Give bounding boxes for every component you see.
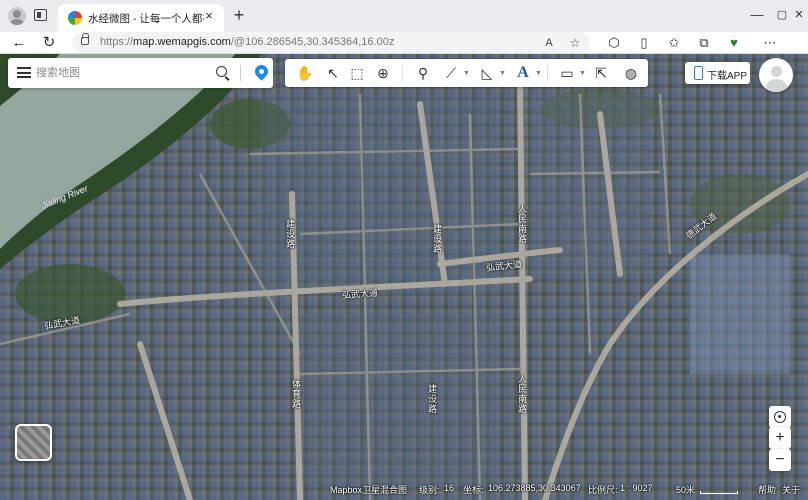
toolbar-separator [547, 65, 548, 81]
new-tab-button[interactable]: + [231, 6, 247, 24]
scale-bar-text: 50米 [676, 485, 696, 495]
menu-icon[interactable] [17, 67, 31, 78]
map-imagery [0, 54, 808, 500]
favorites-icon[interactable]: ✩ [664, 33, 684, 53]
marker-icon[interactable]: ⚲ [413, 63, 433, 83]
scale-bar [700, 491, 738, 494]
polyline-dropdown-icon[interactable]: ▼ [463, 70, 470, 77]
download-app-button[interactable]: 下载APP [685, 62, 750, 84]
polygon-dropdown-icon[interactable]: ▼ [499, 70, 506, 77]
road-label: 弘武大道 [341, 287, 379, 301]
ruler-dropdown-icon[interactable]: ▼ [579, 70, 586, 77]
tab-actions-icon[interactable] [34, 9, 47, 21]
road-label: 人民南路 [517, 204, 527, 244]
site-favicon-icon [68, 11, 82, 25]
url-text[interactable]: https://map.wemapgis.com/@106.286545,30.… [100, 36, 394, 48]
select-pointer-icon[interactable]: ↖ [323, 63, 343, 83]
zoom-level-value: 16 [444, 483, 455, 493]
coordinate-label: 坐标: [463, 485, 484, 495]
split-screen-icon[interactable]: ▯ [634, 33, 654, 53]
road-label: 建设路 [427, 384, 437, 414]
tab-title: 水经微图 - 让每一个人都有自己的 [88, 13, 204, 25]
road-label: 建设路 [285, 219, 295, 249]
coordinate-value: 106.273885,30.343067 [488, 483, 581, 493]
zoom-region-icon[interactable]: ⊕ [373, 63, 393, 83]
ruler-icon[interactable]: ▭ [557, 63, 577, 83]
user-avatar[interactable] [759, 58, 793, 92]
zoom-level-label: 级别: [419, 485, 440, 495]
address-toolbar: ← ↻ https://map.wemapgis.com/@106.286545… [0, 32, 808, 54]
road-label: 体育路 [291, 379, 301, 409]
location-pin-icon[interactable] [252, 62, 271, 81]
map-search-box [8, 58, 273, 88]
box-select-icon[interactable]: ⬚ [347, 63, 367, 83]
toolbar-separator [402, 65, 403, 81]
refresh-icon[interactable]: ↻ [39, 33, 59, 53]
search-icon[interactable] [216, 66, 227, 77]
text-dropdown-icon[interactable]: ▼ [535, 70, 542, 77]
polygon-icon[interactable]: ◺ [477, 63, 497, 83]
help-link[interactable]: 帮助 [758, 483, 776, 496]
map-toolbar: ✋ ↖ ⬚ ⊕ ⚲ ⟋ ▼ ◺ ▼ A ▼ ▭ ▼ ⇱ ◍ [285, 59, 648, 87]
minimize-button[interactable]: — [747, 6, 767, 24]
about-link[interactable]: 关于 [782, 483, 800, 496]
extensions-icon[interactable]: ⬡ [604, 33, 624, 53]
browser-essentials-icon[interactable]: ♥ [724, 33, 744, 53]
read-aloud-icon[interactable]: A [540, 34, 558, 52]
scale-label: 比例尺: [588, 485, 618, 495]
back-arrow-icon[interactable]: ← [9, 33, 29, 53]
zoom-out-button[interactable]: − [769, 449, 791, 471]
scale-value: 1 : 9027 [620, 483, 653, 493]
road-label: 人民南路 [517, 374, 527, 414]
polyline-icon[interactable]: ⟋ [441, 63, 461, 83]
more-menu-icon[interactable]: ⋯ [760, 33, 780, 53]
text-tool-icon[interactable]: A [513, 63, 533, 83]
address-bar[interactable]: https://map.wemapgis.com/@106.286545,30.… [72, 32, 590, 53]
satellite-map[interactable]: Jialing River 建设路 人民南路 弘武大道 弘武大道 弘武大道 体育… [0, 54, 808, 500]
tab-close-icon[interactable]: × [202, 9, 216, 23]
target-icon [774, 411, 786, 423]
clear-pointer-icon[interactable]: ⇱ [591, 63, 611, 83]
search-input[interactable] [36, 64, 206, 82]
browser-tabstrip: 水经微图 - 让每一个人都有自己的 × + — ▢ × [0, 0, 808, 32]
collections-icon[interactable]: ⧉ [694, 33, 714, 53]
profile-icon[interactable] [8, 7, 26, 25]
globe-icon[interactable]: ◍ [621, 63, 641, 83]
favorite-star-icon[interactable]: ☆ [566, 34, 584, 52]
map-source-text: Mapbox卫星混合图 [330, 485, 408, 495]
map-status-bar: Mapbox卫星混合图 级别: 16 坐标: 106.273885,30.343… [330, 482, 808, 496]
phone-icon [694, 66, 703, 80]
layer-switch-button[interactable] [15, 424, 52, 461]
search-divider [240, 65, 241, 81]
close-window-button[interactable]: × [789, 6, 808, 24]
locate-button[interactable] [769, 406, 791, 428]
road-label: 建设路 [432, 224, 442, 254]
lock-icon[interactable] [81, 33, 89, 45]
download-app-label: 下载APP [707, 71, 748, 82]
zoom-in-button[interactable]: + [769, 427, 791, 449]
browser-tab-active[interactable]: 水经微图 - 让每一个人都有自己的 × [58, 4, 224, 32]
pan-hand-icon[interactable]: ✋ [295, 63, 315, 83]
